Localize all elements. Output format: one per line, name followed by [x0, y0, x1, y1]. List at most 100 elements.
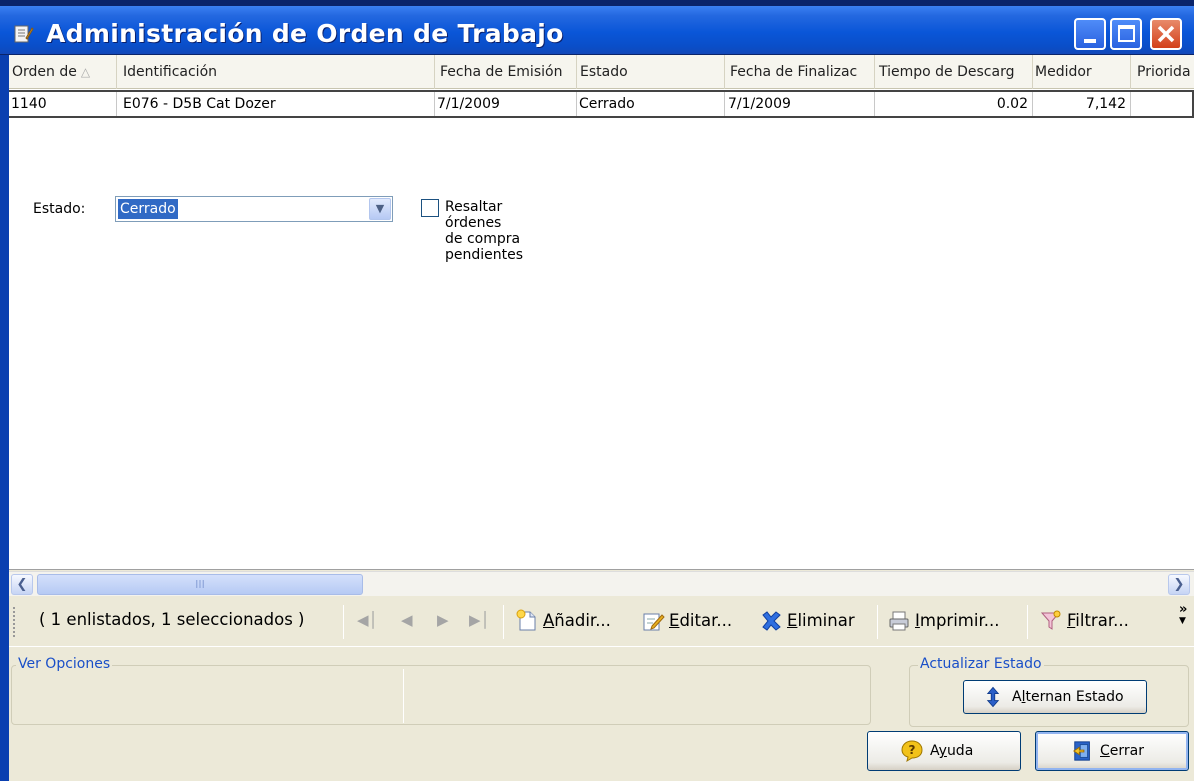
minimize-icon: [1084, 39, 1096, 43]
table-row[interactable]: 1140 E076 - D5B Cat Dozer 7/1/2009 Cerra…: [9, 90, 1194, 118]
delete-label: Eliminar: [787, 611, 855, 630]
estado-select[interactable]: Cerrado ▼: [115, 196, 393, 222]
column-header-fecha-finalizacion[interactable]: Fecha de Finalizac: [725, 55, 875, 89]
up-down-arrow-icon: [986, 686, 1000, 708]
chevron-left-icon: ❮: [16, 577, 28, 592]
toolbar-grip[interactable]: [13, 607, 17, 637]
column-header-medidor[interactable]: Medidor: [1033, 55, 1131, 89]
filter-button[interactable]: Filtrar...: [1039, 609, 1149, 635]
column-header-fecha-emision[interactable]: Fecha de Emisión: [435, 55, 577, 89]
exit-door-icon: [1073, 741, 1090, 761]
sort-ascending-icon: △: [80, 65, 91, 79]
cell-prioridad: [1131, 92, 1192, 116]
print-label: Imprimir...: [915, 611, 1000, 630]
toolbar-overflow-button[interactable]: » ▼: [1179, 602, 1188, 626]
record-count-status: ( 1 enlistados, 1 seleccionados ): [39, 610, 305, 629]
options-divider: [403, 669, 404, 723]
delete-button[interactable]: Eliminar: [759, 609, 871, 635]
add-button[interactable]: Añadir...: [515, 609, 635, 635]
column-header-identificacion[interactable]: Identificación: [117, 55, 435, 89]
new-document-icon: [516, 609, 536, 631]
column-header-label: Fecha de Finalizac: [730, 64, 858, 80]
scroll-thumb[interactable]: III: [37, 574, 363, 595]
cell-identificacion: E076 - D5B Cat Dozer: [117, 92, 435, 116]
maximize-icon: [1118, 25, 1135, 42]
toolbar-separator: [503, 605, 504, 639]
update-status-title: Actualizar Estado: [918, 656, 1044, 672]
maximize-button[interactable]: [1110, 18, 1142, 50]
estado-label: Estado:: [33, 201, 86, 217]
view-options-title: Ver Opciones: [16, 656, 113, 672]
edit-icon: [643, 613, 665, 631]
grid-header: Orden de △ Identificación Fecha de Emisió…: [9, 55, 1194, 89]
title-bar[interactable]: Administración de Orden de Trabajo: [0, 6, 1194, 54]
highlight-pending-checkbox[interactable]: [421, 199, 439, 217]
overflow-chevron-icon: »: [1179, 602, 1188, 617]
column-header-estado[interactable]: Estado: [577, 55, 725, 89]
edit-button[interactable]: Editar...: [641, 609, 751, 635]
close-icon: [1157, 25, 1175, 43]
close-button[interactable]: Cerrar: [1035, 731, 1189, 771]
horizontal-scrollbar[interactable]: ❮ III ❯: [9, 571, 1194, 596]
toggle-status-label: Alternan Estado: [1012, 689, 1124, 705]
column-header-label: Medidor: [1035, 64, 1092, 80]
work-order-grid[interactable]: Orden de △ Identificación Fecha de Emisió…: [9, 55, 1194, 570]
client-area: Orden de △ Identificación Fecha de Emisió…: [9, 55, 1194, 781]
print-button[interactable]: Imprimir...: [887, 609, 1017, 635]
toggle-status-button[interactable]: Alternan Estado: [963, 680, 1147, 714]
window-title: Administración de Orden de Trabajo: [46, 19, 564, 48]
first-record-button[interactable]: ◀│: [357, 611, 378, 629]
next-record-icon: ▶: [437, 611, 449, 629]
scroll-grip: III: [195, 578, 205, 591]
window-border: [0, 55, 9, 781]
first-record-icon: ◀│: [357, 611, 378, 629]
column-header-label: Fecha de Emisión: [440, 64, 563, 80]
column-header-label: Tiempo de Descarg: [879, 64, 1015, 80]
edit-label: Editar...: [669, 611, 733, 630]
last-record-icon: ▶│: [469, 611, 490, 629]
dropdown-arrow-icon: ▼: [1179, 616, 1186, 626]
column-header-label: Estado: [580, 64, 628, 80]
last-record-button[interactable]: ▶│: [469, 611, 490, 629]
toolbar-separator: [343, 605, 344, 639]
column-header-label: Orden de: [12, 64, 77, 80]
chevron-right-icon: ❯: [1173, 577, 1185, 592]
column-header-orden[interactable]: Orden de △: [9, 55, 117, 89]
cell-fecha-finalizacion: 7/1/2009: [725, 92, 875, 116]
cell-estado: Cerrado: [577, 92, 725, 116]
help-label: Ayuda: [930, 743, 974, 759]
add-label: Añadir...: [543, 611, 611, 630]
toolbar: ( 1 enlistados, 1 seleccionados ) ◀│ ◀ ▶…: [9, 597, 1194, 647]
cell-fecha-emision: 7/1/2009: [435, 92, 577, 116]
cell-medidor: 7,142: [1033, 92, 1131, 116]
cell-tiempo-descarga: 0.02: [875, 92, 1033, 116]
form-icon: [14, 25, 34, 43]
printer-icon: [889, 611, 909, 631]
previous-record-icon: ◀: [401, 611, 413, 629]
delete-x-icon: [762, 611, 781, 631]
highlight-pending-label[interactable]: Resaltar órdenes de compra pendientes: [445, 199, 523, 263]
column-header-label: Priorida: [1137, 64, 1191, 80]
chevron-down-icon[interactable]: ▼: [369, 198, 391, 220]
close-window-button[interactable]: [1150, 18, 1182, 50]
cell-orden: 1140: [9, 92, 117, 116]
svg-text:?: ?: [909, 743, 916, 757]
estado-selected-value: Cerrado: [118, 199, 178, 219]
filter-label: Filtrar...: [1067, 611, 1129, 630]
scroll-left-button[interactable]: ❮: [11, 574, 33, 595]
filter-funnel-icon: [1040, 610, 1061, 630]
help-button[interactable]: ? Ayuda: [867, 731, 1021, 771]
next-record-button[interactable]: ▶: [437, 611, 449, 629]
help-icon: ?: [901, 740, 923, 763]
toolbar-separator: [1027, 605, 1028, 639]
previous-record-button[interactable]: ◀: [401, 611, 413, 629]
column-header-label: Identificación: [123, 64, 218, 80]
column-header-prioridad[interactable]: Priorida: [1131, 55, 1194, 89]
scroll-right-button[interactable]: ❯: [1168, 574, 1190, 595]
toolbar-separator: [877, 605, 878, 639]
close-label: Cerrar: [1100, 743, 1144, 759]
view-options-group: Ver Opciones: [11, 656, 871, 725]
minimize-button[interactable]: [1074, 18, 1106, 50]
window: Administración de Orden de Trabajo Orden…: [0, 0, 1194, 781]
column-header-tiempo-descarga[interactable]: Tiempo de Descarg: [875, 55, 1033, 89]
